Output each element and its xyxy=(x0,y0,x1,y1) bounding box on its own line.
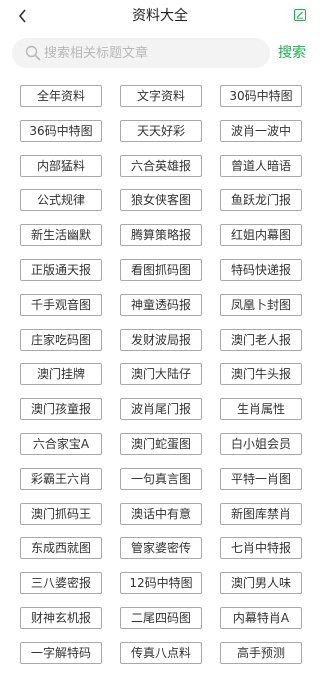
category-item[interactable]: 千手观音图 xyxy=(20,293,102,316)
category-item[interactable]: 庄家吃码图 xyxy=(20,328,102,351)
category-item[interactable]: 东成西就图 xyxy=(20,537,102,560)
category-item[interactable]: 特码快递报 xyxy=(220,258,302,281)
category-item[interactable]: 波肖尾门报 xyxy=(120,398,202,421)
category-item[interactable]: 平特一肖图 xyxy=(220,467,302,490)
category-item[interactable]: 全年资料 xyxy=(20,85,102,107)
category-item[interactable]: 澳门挂牌 xyxy=(20,363,102,386)
search-input[interactable] xyxy=(44,38,264,68)
category-item[interactable]: 澳门孩童报 xyxy=(20,398,102,421)
category-item[interactable]: 澳话中有意 xyxy=(120,502,202,525)
category-item[interactable]: 凤凰卜封图 xyxy=(220,293,302,316)
category-item[interactable]: 鱼跃龙门报 xyxy=(220,189,302,212)
page-title: 资料大全 xyxy=(132,8,188,24)
category-item[interactable]: 三八婆密报 xyxy=(20,572,102,595)
category-item[interactable]: 白小姐会员 xyxy=(220,432,302,455)
category-item[interactable]: 七肖中特报 xyxy=(220,537,302,560)
category-item[interactable]: 腾算策略报 xyxy=(120,224,202,247)
category-item[interactable]: 澳门抓码王 xyxy=(20,502,102,525)
category-item[interactable]: 红姐内幕图 xyxy=(220,224,302,247)
category-item[interactable]: 管家婆密传 xyxy=(120,537,202,560)
search-icon xyxy=(25,45,41,61)
category-item[interactable]: 狼女侠客图 xyxy=(120,189,202,212)
category-item[interactable]: 一句真言图 xyxy=(120,467,202,490)
edit-icon[interactable] xyxy=(294,9,306,21)
category-item[interactable]: 新图库禁肖 xyxy=(220,502,302,525)
category-item[interactable]: 天天好彩 xyxy=(120,119,202,142)
category-item[interactable]: 曾道人暗语 xyxy=(220,154,302,177)
category-item[interactable]: 正版通天报 xyxy=(20,258,102,281)
category-item[interactable]: 二尾四码图 xyxy=(120,606,202,629)
category-item[interactable]: 澳门蛇蛋图 xyxy=(120,432,202,455)
category-item[interactable]: 生肖属性 xyxy=(220,398,302,421)
category-item[interactable]: 公式规律 xyxy=(20,189,102,212)
category-item[interactable]: 内部猛料 xyxy=(20,154,102,177)
category-item[interactable]: 澳门老人报 xyxy=(220,328,302,351)
top-bar: 资料大全 xyxy=(0,0,320,32)
search-box[interactable] xyxy=(12,38,270,68)
category-item[interactable]: 发财波局报 xyxy=(120,328,202,351)
category-item[interactable]: 传真八点料 xyxy=(120,641,202,664)
category-item[interactable]: 神童透码报 xyxy=(120,293,202,316)
category-item[interactable]: 彩霸王六肖 xyxy=(20,467,102,490)
category-item[interactable]: 澳门大陆仔 xyxy=(120,363,202,386)
category-item[interactable]: 波肖一波中 xyxy=(220,119,302,142)
category-item[interactable]: 内幕特肖A xyxy=(220,606,302,629)
search-button[interactable]: 搜索 xyxy=(278,44,306,62)
category-item[interactable]: 澳门男人味 xyxy=(220,572,302,595)
category-item[interactable]: 六合英雄报 xyxy=(120,154,202,177)
category-item[interactable]: 高手预测 xyxy=(220,641,302,664)
category-item[interactable]: 12码中特图 xyxy=(120,572,202,595)
category-item[interactable]: 财神玄机报 xyxy=(20,606,102,629)
category-item[interactable]: 30码中特图 xyxy=(220,85,302,107)
category-item[interactable]: 文字资料 xyxy=(120,85,202,107)
category-item[interactable]: 六合家宝A xyxy=(20,432,102,455)
category-item[interactable]: 36码中特图 xyxy=(20,119,102,142)
category-grid: 全年资料 文字资料 30码中特图 36码中特图 天天好彩 波肖一波中内部猛料 六合英雄报 曾道… xyxy=(20,85,302,664)
category-item[interactable]: 一字解特码 xyxy=(20,641,102,664)
category-item[interactable]: 澳门牛头报 xyxy=(220,363,302,386)
search-bar: 搜索 xyxy=(0,36,320,70)
category-item[interactable]: 新生活幽默 xyxy=(20,224,102,247)
category-item[interactable]: 看图抓码图 xyxy=(120,258,202,281)
